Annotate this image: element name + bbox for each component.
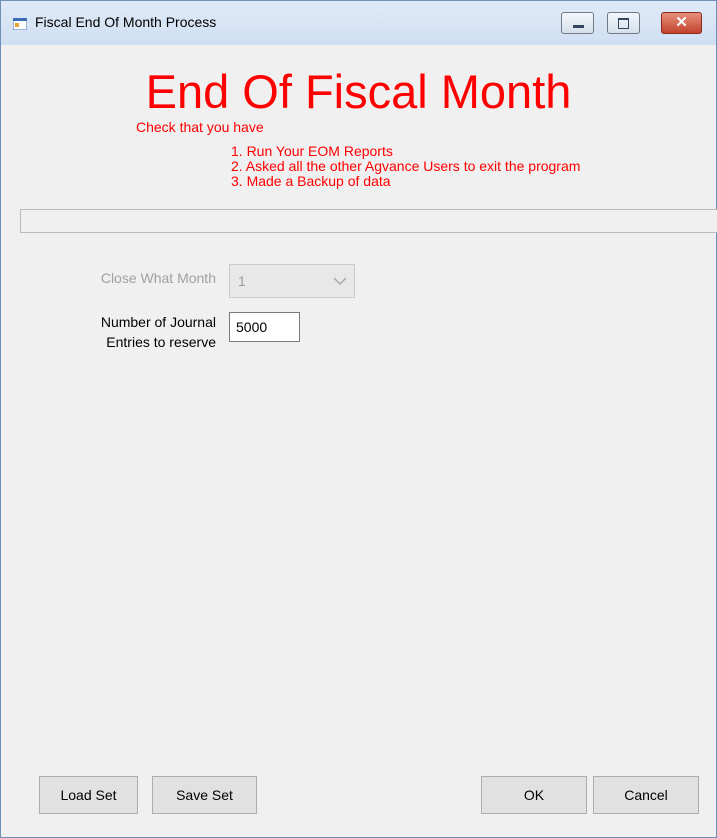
close-month-dropdown[interactable]: 1 [229,264,355,298]
checklist-item: 3. Made a Backup of data [231,173,391,189]
close-icon: ✕ [675,14,688,31]
checklist-intro: Check that you have [136,119,264,135]
close-month-label: Close What Month [100,270,216,286]
window-client-area: End Of Fiscal Month Check that you have … [8,46,717,830]
checklist-item: 2. Asked all the other Agvance Users to … [231,158,581,174]
window-title: Fiscal End Of Month Process [35,14,217,30]
journal-entries-label: Number of Journal Entries to reserve [62,312,216,352]
fiscal-eom-window: Fiscal End Of Month Process ✕ End Of Fis… [0,0,717,838]
app-window-icon [13,18,27,30]
close-button[interactable]: ✕ [661,12,702,34]
journal-entries-label-line2: Entries to reserve [106,334,216,350]
title-bar[interactable]: Fiscal End Of Month Process ✕ [1,1,716,45]
minimize-icon [573,25,584,28]
checklist-item: 1. Run Your EOM Reports [231,143,393,159]
maximize-icon [618,18,629,29]
cancel-button[interactable]: Cancel [593,776,699,814]
journal-entries-label-line1: Number of Journal [100,314,216,330]
chevron-down-icon [333,277,347,286]
load-set-button[interactable]: Load Set [39,776,138,814]
journal-entries-input[interactable] [229,312,300,342]
progress-bar [20,209,717,233]
maximize-button[interactable] [607,12,640,34]
minimize-button[interactable] [561,12,594,34]
checklist: 1. Run Your EOM Reports 2. Asked all the… [231,144,580,189]
save-set-button[interactable]: Save Set [152,776,257,814]
page-title: End Of Fiscal Month [145,65,572,118]
close-month-value: 1 [238,273,246,289]
ok-button[interactable]: OK [481,776,587,814]
